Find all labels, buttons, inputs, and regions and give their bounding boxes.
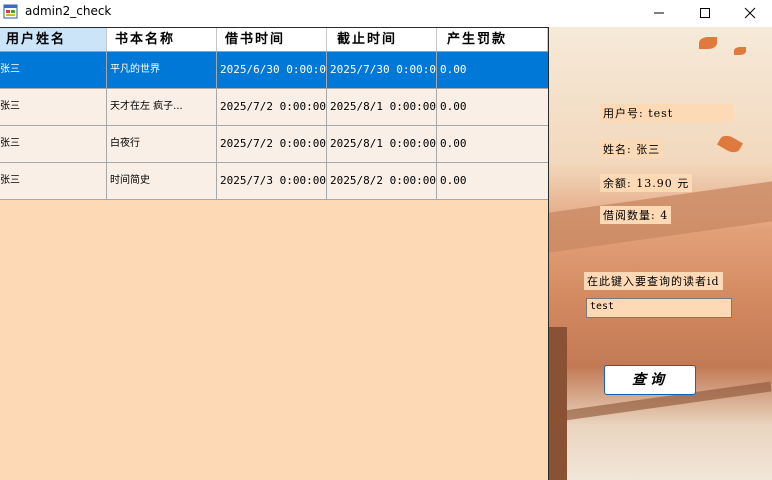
col-header-borrow-time[interactable]: 借书时间 <box>217 28 327 51</box>
cell-user-name[interactable]: 张三 <box>0 163 107 200</box>
maximize-button[interactable] <box>682 0 728 27</box>
minimize-icon <box>654 12 664 14</box>
cell-book-name[interactable]: 天才在左 疯子... <box>107 89 217 126</box>
minimize-button[interactable] <box>636 0 682 27</box>
cell-fine[interactable]: 0.00 <box>437 163 548 200</box>
leaf-decoration <box>699 37 717 49</box>
cell-borrow-time[interactable]: 2025/7/2 0:00:00 <box>217 126 327 163</box>
table-row[interactable]: 张三 平凡的世界 2025/6/30 0:00:00 2025/7/30 0:0… <box>0 52 548 89</box>
close-button[interactable] <box>727 0 772 27</box>
cell-fine[interactable]: 0.00 <box>437 52 548 89</box>
cell-borrow-time[interactable]: 2025/7/3 0:00:00 <box>217 163 327 200</box>
cell-book-name[interactable]: 平凡的世界 <box>107 52 217 89</box>
leaf-decoration <box>734 47 746 55</box>
cell-borrow-time[interactable]: 2025/6/30 0:00:00 <box>217 52 327 89</box>
table-row[interactable]: 张三 白夜行 2025/7/2 0:00:00 2025/8/1 0:00:00… <box>0 126 548 163</box>
col-header-user-name[interactable]: 用户姓名 <box>0 28 107 51</box>
balance-label: 余额: 13.90 元 <box>600 174 693 192</box>
borrow-records-grid[interactable]: 用户姓名 书本名称 借书时间 截止时间 产生罚款 张三 平凡的世界 2025/6… <box>0 27 549 480</box>
cell-due-time[interactable]: 2025/8/1 0:00:00 <box>327 89 437 126</box>
col-header-book-name[interactable]: 书本名称 <box>107 28 217 51</box>
cell-due-time[interactable]: 2025/7/30 0:00:00 <box>327 52 437 89</box>
cell-user-name[interactable]: 张三 <box>0 52 107 89</box>
title-bar: admin2_check <box>0 0 772 27</box>
col-header-due-time[interactable]: 截止时间 <box>327 28 437 51</box>
background-illustration <box>549 27 772 480</box>
cell-borrow-time[interactable]: 2025/7/2 0:00:00 <box>217 89 327 126</box>
reader-id-input[interactable]: test <box>586 298 732 318</box>
cell-user-name[interactable]: 张三 <box>0 89 107 126</box>
cell-due-time[interactable]: 2025/8/2 0:00:00 <box>327 163 437 200</box>
borrow-count-label: 借阅数量: 4 <box>600 206 672 224</box>
app-icon <box>3 4 18 19</box>
search-prompt-label: 在此键入要查询的读者id <box>584 272 723 290</box>
leaf-decoration <box>716 132 744 156</box>
cell-book-name[interactable]: 白夜行 <box>107 126 217 163</box>
close-icon <box>744 7 756 19</box>
window-title: admin2_check <box>25 4 112 18</box>
cell-book-name[interactable]: 时间简史 <box>107 163 217 200</box>
name-label: 姓名: 张三 <box>600 140 664 158</box>
cell-fine[interactable]: 0.00 <box>437 89 548 126</box>
user-id-label: 用户号: test <box>600 104 733 122</box>
table-row[interactable]: 张三 时间简史 2025/7/3 0:00:00 2025/8/2 0:00:0… <box>0 163 548 200</box>
cell-user-name[interactable]: 张三 <box>0 126 107 163</box>
cell-fine[interactable]: 0.00 <box>437 126 548 163</box>
table-row[interactable]: 张三 天才在左 疯子... 2025/7/2 0:00:00 2025/8/1 … <box>0 89 548 126</box>
maximize-icon <box>700 8 710 18</box>
cell-due-time[interactable]: 2025/8/1 0:00:00 <box>327 126 437 163</box>
query-button[interactable]: 查询 <box>604 365 696 395</box>
col-header-fine[interactable]: 产生罚款 <box>437 28 548 51</box>
grid-header: 用户姓名 书本名称 借书时间 截止时间 产生罚款 <box>0 28 548 52</box>
pillar-decoration <box>549 327 567 480</box>
